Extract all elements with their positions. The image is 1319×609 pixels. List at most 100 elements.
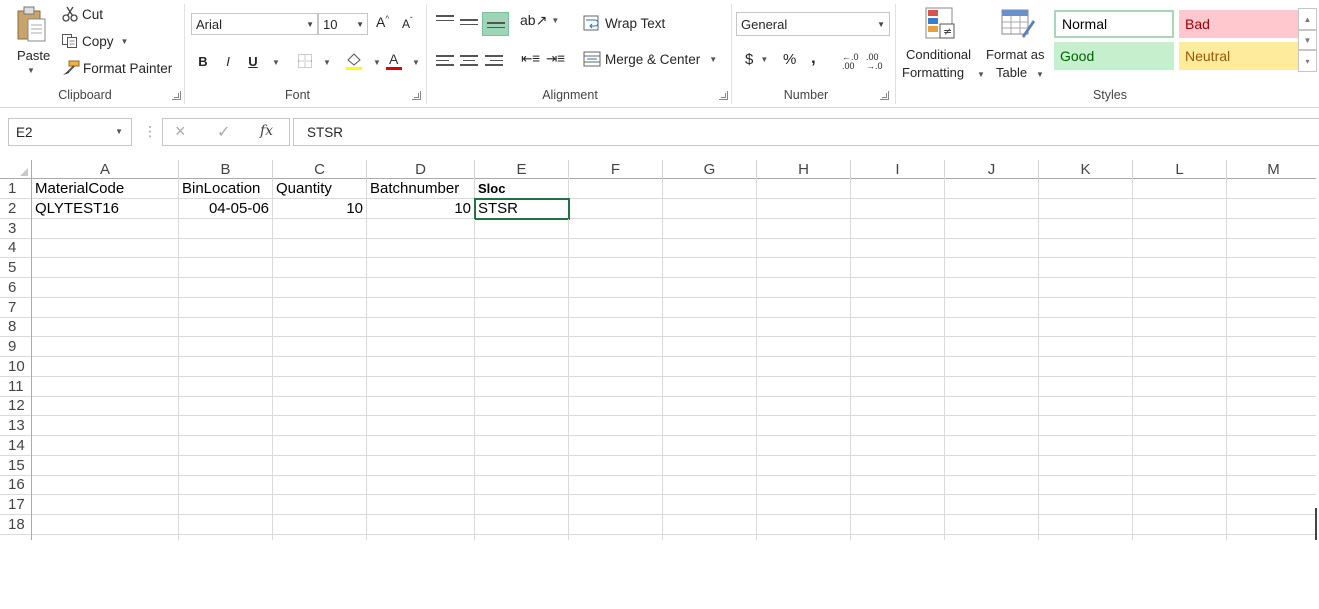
- cell[interactable]: [663, 277, 757, 298]
- cell[interactable]: [32, 396, 179, 417]
- number-format-select[interactable]: General ▼: [736, 12, 890, 36]
- cell[interactable]: [945, 238, 1039, 259]
- cell[interactable]: [475, 514, 569, 535]
- cell[interactable]: [179, 218, 273, 239]
- cell[interactable]: [1227, 179, 1316, 199]
- font-size-select[interactable]: 10 ▼: [318, 13, 368, 35]
- cell[interactable]: [475, 475, 569, 496]
- cell[interactable]: [1133, 475, 1227, 496]
- cell[interactable]: [367, 435, 475, 456]
- cell[interactable]: [1039, 416, 1133, 436]
- cell[interactable]: [273, 455, 367, 476]
- cell[interactable]: [757, 238, 851, 259]
- cell[interactable]: [32, 356, 179, 377]
- cell[interactable]: [1039, 376, 1133, 397]
- cell[interactable]: [475, 356, 569, 377]
- align-right-button[interactable]: [485, 55, 503, 69]
- font-launcher-icon[interactable]: [412, 91, 421, 100]
- cell[interactable]: [367, 277, 475, 298]
- wrap-text-button[interactable]: Wrap Text: [583, 15, 665, 31]
- cell[interactable]: [663, 416, 757, 436]
- cell[interactable]: [569, 376, 663, 397]
- column-header[interactable]: I: [851, 160, 945, 179]
- cell[interactable]: [1227, 416, 1316, 436]
- cell[interactable]: [663, 396, 757, 417]
- cell[interactable]: [945, 179, 1039, 199]
- cell[interactable]: [569, 317, 663, 338]
- cell[interactable]: [663, 495, 757, 515]
- row-header[interactable]: 10: [0, 356, 32, 377]
- cell[interactable]: [757, 475, 851, 496]
- increase-decimal-button[interactable]: ←.0.00: [842, 53, 859, 71]
- cell[interactable]: [1133, 258, 1227, 278]
- cell[interactable]: [569, 258, 663, 278]
- cell[interactable]: [945, 258, 1039, 278]
- cell[interactable]: [475, 435, 569, 456]
- cell[interactable]: [273, 376, 367, 397]
- cell[interactable]: [757, 317, 851, 338]
- cell[interactable]: [569, 238, 663, 259]
- bottom-align-button[interactable]: [482, 12, 509, 36]
- decrease-font-size-button[interactable]: Aˇ: [402, 16, 413, 31]
- cell[interactable]: [757, 277, 851, 298]
- cell[interactable]: [32, 218, 179, 239]
- cell[interactable]: [367, 356, 475, 377]
- cell[interactable]: [179, 337, 273, 357]
- cell[interactable]: [475, 416, 569, 436]
- merge-center-button[interactable]: Merge & Center ▼: [583, 51, 717, 67]
- cell[interactable]: [179, 534, 273, 540]
- cell[interactable]: [475, 376, 569, 397]
- cell[interactable]: [475, 337, 569, 357]
- cell[interactable]: [663, 376, 757, 397]
- cell[interactable]: [851, 277, 945, 298]
- cell[interactable]: [569, 277, 663, 298]
- cell[interactable]: [1227, 535, 1316, 541]
- row-header[interactable]: 14: [0, 435, 32, 456]
- cell[interactable]: [1039, 495, 1133, 515]
- cell[interactable]: [367, 475, 475, 496]
- borders-button[interactable]: [295, 50, 315, 72]
- gallery-more[interactable]: ▾: [1298, 50, 1317, 72]
- cell[interactable]: [273, 238, 367, 259]
- align-left-button[interactable]: [436, 55, 454, 69]
- insert-function-icon[interactable]: fx: [260, 123, 273, 139]
- number-launcher-icon[interactable]: [880, 91, 889, 100]
- font-name-select[interactable]: Arial ▼: [191, 13, 318, 35]
- cell[interactable]: [1227, 219, 1316, 239]
- cell[interactable]: Quantity: [273, 179, 367, 199]
- cell[interactable]: [367, 297, 475, 318]
- cell[interactable]: [367, 455, 475, 476]
- cell[interactable]: [273, 534, 367, 540]
- cell[interactable]: [475, 238, 569, 259]
- cell[interactable]: [851, 514, 945, 535]
- cell[interactable]: STSR: [474, 197, 570, 220]
- cell[interactable]: [851, 475, 945, 496]
- cell[interactable]: [1133, 534, 1227, 540]
- borders-dropdown-icon[interactable]: ▼: [323, 58, 331, 67]
- row-header[interactable]: 3: [0, 218, 32, 239]
- cell[interactable]: [367, 534, 475, 540]
- cell[interactable]: [1227, 337, 1316, 357]
- cell[interactable]: [179, 455, 273, 476]
- column-header[interactable]: M: [1227, 160, 1316, 179]
- cell[interactable]: [1227, 396, 1316, 416]
- cell[interactable]: [945, 337, 1039, 357]
- cell[interactable]: [569, 179, 663, 199]
- cell[interactable]: [1227, 456, 1316, 476]
- underline-button[interactable]: U: [245, 50, 261, 72]
- cell[interactable]: [663, 258, 757, 278]
- cell[interactable]: [569, 198, 663, 219]
- row-header[interactable]: 9: [0, 337, 32, 357]
- cell[interactable]: [179, 258, 273, 278]
- column-header[interactable]: K: [1039, 160, 1133, 179]
- row-header[interactable]: 6: [0, 277, 32, 298]
- row-header[interactable]: 4: [0, 238, 32, 259]
- column-header[interactable]: D: [367, 160, 475, 179]
- cell[interactable]: [569, 218, 663, 239]
- row-header[interactable]: 2: [0, 198, 32, 219]
- cell[interactable]: [475, 317, 569, 338]
- cell[interactable]: [945, 198, 1039, 219]
- cell[interactable]: [757, 416, 851, 436]
- cell[interactable]: [32, 317, 179, 338]
- row-header[interactable]: 7: [0, 297, 32, 318]
